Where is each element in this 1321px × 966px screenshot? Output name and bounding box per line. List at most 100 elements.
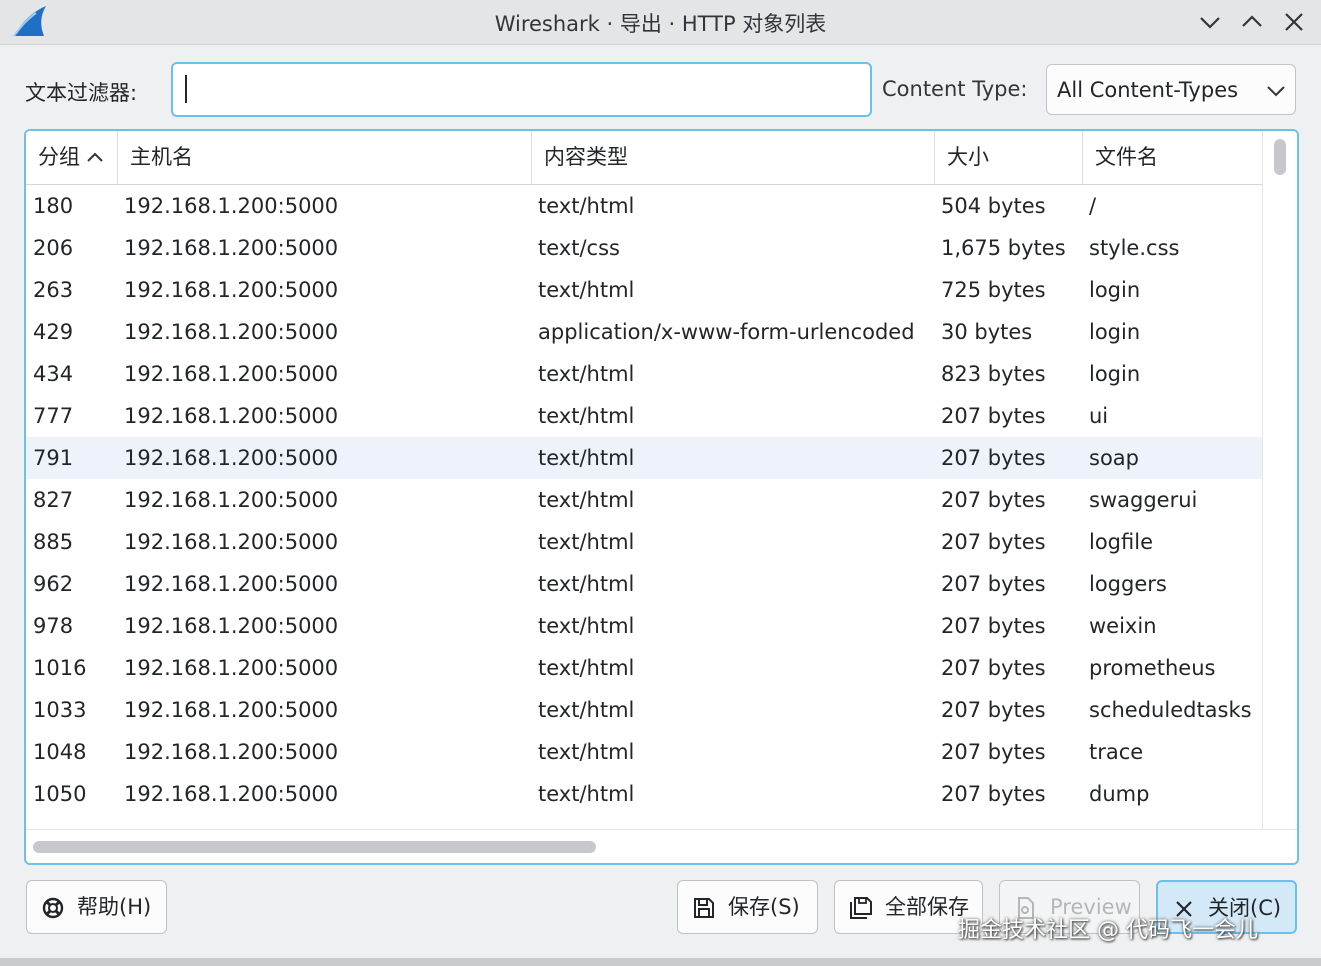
table-row-hovered[interactable]: 791 192.168.1.200:5000 text/html 207 bytes s… xyxy=(26,437,1262,479)
cell-filename: logfile xyxy=(1089,530,1153,554)
cell-content-type: text/html xyxy=(538,656,635,680)
cell-size: 207 bytes xyxy=(941,404,1046,428)
column-header-size[interactable]: 大小 xyxy=(935,131,1083,184)
cell-packet: 791 xyxy=(33,446,74,470)
cell-content-type: text/html xyxy=(538,698,635,722)
cell-packet: 1016 xyxy=(33,656,87,680)
cell-packet: 434 xyxy=(33,362,74,386)
save-button[interactable]: 保存(S) xyxy=(677,880,818,934)
help-button[interactable]: 帮助(H) xyxy=(26,880,167,934)
save-all-icon xyxy=(850,897,872,919)
table-row[interactable]: 180 192.168.1.200:5000 text/html 504 bytes / xyxy=(26,185,1262,227)
cell-hostname: 192.168.1.200:5000 xyxy=(124,656,339,680)
table-row[interactable]: 263 192.168.1.200:5000 text/html 725 bytes l… xyxy=(26,269,1262,311)
content-type-label: Content Type: xyxy=(882,77,1028,101)
cell-size: 207 bytes xyxy=(941,782,1046,806)
cell-filename: scheduledtasks xyxy=(1089,698,1252,722)
cell-filename: ui xyxy=(1089,404,1109,428)
title-bar[interactable]: Wireshark · 导出 · HTTP 对象列表 xyxy=(0,0,1321,45)
cell-content-type: text/html xyxy=(538,572,635,596)
chevron-up-icon xyxy=(1242,15,1262,27)
cell-filename: prometheus xyxy=(1089,656,1216,680)
cell-content-type: text/html xyxy=(538,278,635,302)
watermark: 掘金技术社区 @ 代码飞一会儿 xyxy=(958,918,1258,943)
cell-size: 207 bytes xyxy=(941,698,1046,722)
column-header-hostname[interactable]: 主机名 xyxy=(118,131,532,184)
content-type-value: All Content-Types xyxy=(1057,78,1239,102)
cell-hostname: 192.168.1.200:5000 xyxy=(124,362,339,386)
cell-packet: 1048 xyxy=(33,740,87,764)
http-objects-table[interactable]: 分组 主机名 内容类型 大小 文件名 180 192.168.1.200:5000… xyxy=(24,129,1299,865)
cell-size: 207 bytes xyxy=(941,446,1046,470)
cell-filename: login xyxy=(1089,362,1141,386)
column-header-label: 主机名 xyxy=(130,145,193,169)
cell-packet: 885 xyxy=(33,530,74,554)
cell-filename: soap xyxy=(1089,446,1139,470)
cell-packet: 777 xyxy=(33,404,74,428)
cell-size: 823 bytes xyxy=(941,362,1046,386)
cell-filename: weixin xyxy=(1089,614,1157,638)
text-filter-input[interactable] xyxy=(171,62,872,117)
cell-hostname: 192.168.1.200:5000 xyxy=(124,572,339,596)
table-header: 分组 主机名 内容类型 大小 文件名 xyxy=(26,131,1262,185)
cell-hostname: 192.168.1.200:5000 xyxy=(124,194,339,218)
cell-packet: 206 xyxy=(33,236,74,260)
cell-packet: 1050 xyxy=(33,782,87,806)
close-window-button[interactable] xyxy=(1280,8,1308,36)
table-row[interactable]: 1048 192.168.1.200:5000 text/html 207 bytes… xyxy=(26,731,1262,773)
horizontal-scroll-thumb[interactable] xyxy=(33,841,596,853)
cell-hostname: 192.168.1.200:5000 xyxy=(124,278,339,302)
cell-content-type: text/html xyxy=(538,740,635,764)
table-row[interactable]: 1016 192.168.1.200:5000 text/html 207 bytes… xyxy=(26,647,1262,689)
cell-hostname: 192.168.1.200:5000 xyxy=(124,488,339,512)
column-header-label: 大小 xyxy=(947,145,989,169)
column-header-label: 文件名 xyxy=(1095,145,1158,169)
cell-size: 207 bytes xyxy=(941,572,1046,596)
table-row[interactable]: 1050 192.168.1.200:5000 text/html 207 bytes… xyxy=(26,773,1262,815)
cell-filename: login xyxy=(1089,320,1141,344)
table-row[interactable]: 885 192.168.1.200:5000 text/html 207 bytes l… xyxy=(26,521,1262,563)
cell-content-type: text/html xyxy=(538,404,635,428)
cell-size: 1,675 bytes xyxy=(941,236,1066,260)
cell-packet: 180 xyxy=(33,194,74,218)
lifebuoy-icon xyxy=(42,897,64,919)
table-row[interactable]: 827 192.168.1.200:5000 text/html 207 bytes s… xyxy=(26,479,1262,521)
table-row[interactable]: 777 192.168.1.200:5000 text/html 207 bytes u… xyxy=(26,395,1262,437)
content-type-select[interactable]: All Content-Types xyxy=(1046,64,1296,115)
cell-size: 207 bytes xyxy=(941,530,1046,554)
minimize-button[interactable] xyxy=(1196,8,1224,36)
column-header-filename[interactable]: 文件名 xyxy=(1083,131,1262,184)
vertical-scrollbar[interactable] xyxy=(1262,131,1297,829)
cell-size: 725 bytes xyxy=(941,278,1046,302)
cell-size: 30 bytes xyxy=(941,320,1033,344)
cell-packet: 827 xyxy=(33,488,74,512)
sort-ascending-icon xyxy=(87,152,103,162)
maximize-button[interactable] xyxy=(1238,8,1266,36)
cell-size: 207 bytes xyxy=(941,740,1046,764)
cell-content-type: text/html xyxy=(538,782,635,806)
horizontal-scrollbar[interactable] xyxy=(26,829,1297,863)
close-icon xyxy=(1285,13,1303,31)
table-row[interactable]: 978 192.168.1.200:5000 text/html 207 bytes w… xyxy=(26,605,1262,647)
cell-hostname: 192.168.1.200:5000 xyxy=(124,446,339,470)
cell-hostname: 192.168.1.200:5000 xyxy=(124,404,339,428)
column-header-content-type[interactable]: 内容类型 xyxy=(532,131,935,184)
table-row[interactable]: 1033 192.168.1.200:5000 text/html 207 bytes… xyxy=(26,689,1262,731)
cell-content-type: text/html xyxy=(538,194,635,218)
cell-packet: 263 xyxy=(33,278,74,302)
column-header-packet[interactable]: 分组 xyxy=(26,131,118,184)
window-title: Wireshark · 导出 · HTTP 对象列表 xyxy=(494,12,827,36)
help-button-label: 帮助(H) xyxy=(77,895,152,919)
cell-packet: 1033 xyxy=(33,698,87,722)
table-row[interactable]: 434 192.168.1.200:5000 text/html 823 bytes l… xyxy=(26,353,1262,395)
cell-hostname: 192.168.1.200:5000 xyxy=(124,740,339,764)
column-header-label: 内容类型 xyxy=(544,145,628,169)
save-all-button-label: 全部保存 xyxy=(885,895,969,919)
table-row[interactable]: 962 192.168.1.200:5000 text/html 207 bytes l… xyxy=(26,563,1262,605)
vertical-scroll-thumb[interactable] xyxy=(1274,139,1286,175)
cell-filename: dump xyxy=(1089,782,1150,806)
table-row[interactable]: 206 192.168.1.200:5000 text/css 1,675 bytes… xyxy=(26,227,1262,269)
table-row[interactable]: 429 192.168.1.200:5000 application/x-www-f… xyxy=(26,311,1262,353)
cell-size: 207 bytes xyxy=(941,614,1046,638)
cell-content-type: text/html xyxy=(538,362,635,386)
